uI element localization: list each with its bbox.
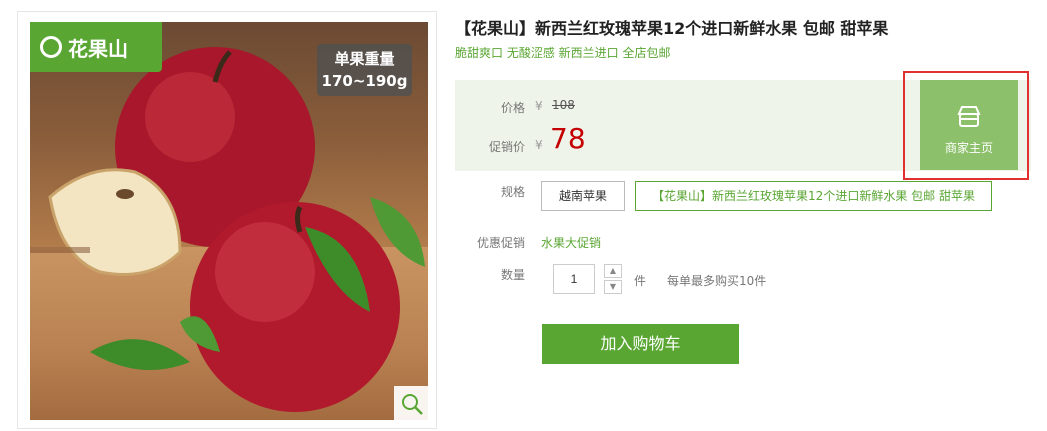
quantity-input[interactable] (553, 264, 595, 294)
weight-badge-label: 单果重量 (334, 50, 395, 68)
product-subtitle: 脆甜爽口 无酸涩感 新西兰进口 全店包邮 (455, 46, 671, 60)
currency-symbol: ¥ (535, 99, 543, 113)
original-price: 108 (552, 98, 575, 112)
brand-logo: 花果山 (30, 22, 162, 72)
weight-badge: 单果重量 170~190g (317, 44, 412, 96)
add-to-cart-button[interactable]: 加入购物车 (542, 324, 739, 364)
price-label: 价格 (500, 101, 525, 115)
quantity-decrease-button[interactable]: ▼ (604, 280, 622, 294)
spec-option[interactable]: 越南苹果 (541, 181, 625, 211)
store-highlight-box (903, 71, 1029, 180)
promo-price: 78 (550, 122, 586, 155)
quantity-label: 数量 (500, 268, 525, 282)
brand-logo-icon (40, 36, 62, 58)
product-title: 【花果山】新西兰红玫瑰苹果12个进口新鲜水果 包邮 甜苹果 (455, 19, 889, 38)
product-photo: 花果山 单果重量 170~190g (30, 22, 428, 420)
brand-logo-text: 花果山 (68, 36, 128, 61)
promo-currency-symbol: ¥ (535, 138, 543, 152)
product-image-frame: 花果山 单果重量 170~190g (17, 11, 437, 429)
spec-label: 规格 (500, 185, 525, 199)
weight-badge-value: 170~190g (321, 72, 408, 90)
magnifier-icon (402, 394, 423, 415)
quantity-increase-button[interactable]: ▲ (604, 264, 622, 278)
promotion-label: 优惠促销 (476, 236, 525, 250)
promo-price-label: 促销价 (488, 140, 525, 154)
promotion-value[interactable]: 水果大促销 (541, 234, 601, 251)
quantity-unit: 件 (634, 274, 647, 288)
quantity-limit: 每单最多购买10件 (667, 274, 767, 288)
zoom-button[interactable] (394, 386, 428, 420)
spec-option-selected[interactable]: 【花果山】新西兰红玫瑰苹果12个进口新鲜水果 包邮 甜苹果 (635, 181, 992, 211)
